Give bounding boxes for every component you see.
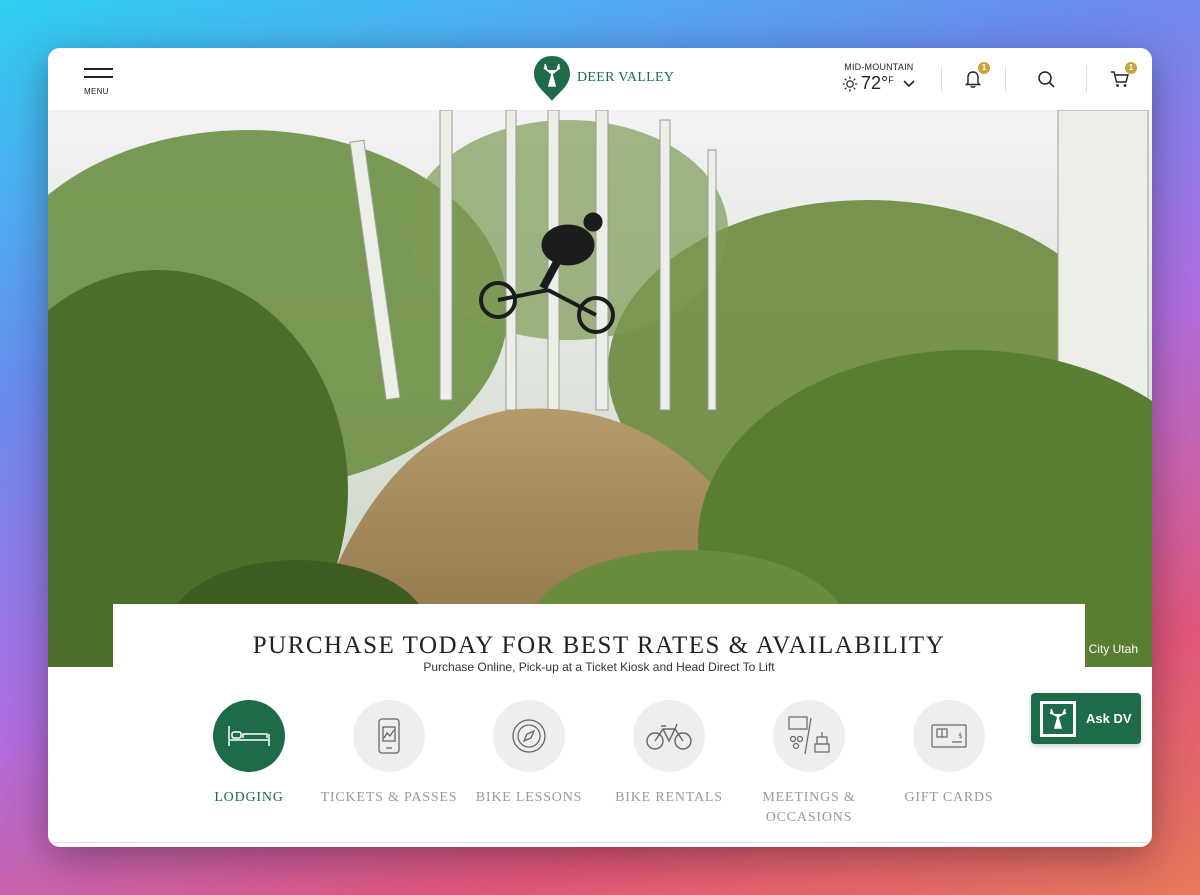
purchase-panel: PURCHASE TODAY FOR BEST RATES & AVAILABI… — [113, 604, 1085, 847]
menu-button[interactable] — [84, 68, 116, 84]
category-label: BIKE RENTALS — [615, 790, 723, 805]
notifications-badge: 1 — [978, 62, 990, 74]
notifications-button[interactable]: 1 — [962, 62, 990, 90]
category-circle — [633, 700, 705, 772]
category-label: MEETINGS & OCCASIONS — [762, 790, 856, 825]
gift-card-icon: $ — [931, 724, 967, 748]
sun-icon — [842, 76, 858, 91]
svg-text:$: $ — [958, 732, 962, 740]
weather-temperature: 72° — [861, 73, 889, 93]
weather-location: MID-MOUNTAIN — [844, 62, 914, 72]
panel-subtitle: Purchase Online, Pick-up at a Ticket Kio… — [423, 660, 775, 674]
logo-text: DEER VALLEY — [577, 70, 675, 85]
page-divider — [48, 842, 1152, 843]
category-label: BIKE LESSONS — [475, 790, 583, 805]
category-bike-rentals[interactable]: BIKE RENTALS — [599, 700, 739, 808]
header-divider — [1005, 66, 1006, 92]
category-label: TICKETS & PASSES — [320, 790, 458, 805]
deer-logo-icon — [1040, 700, 1076, 737]
phone-ticket-icon — [378, 718, 400, 754]
hero-caption: City Utah — [1088, 642, 1138, 656]
chevron-down-icon — [903, 79, 915, 87]
weather-widget[interactable]: MID-MOUNTAIN 72° F — [842, 62, 916, 94]
ask-dv-label: Ask DV — [1086, 711, 1132, 726]
menu-icon-bar — [84, 76, 113, 78]
cart-button[interactable]: 1 — [1109, 62, 1137, 90]
category-circle — [773, 700, 845, 772]
ask-dv-button[interactable]: Ask DV — [1031, 693, 1141, 744]
deer-valley-logo[interactable]: DEER VALLEY — [533, 54, 674, 102]
deer-logo-icon — [534, 56, 570, 101]
menu-label[interactable]: MENU — [84, 87, 109, 96]
cart-badge: 1 — [1125, 62, 1137, 74]
browser-window: MENU DEER VALLEY MID-MOUNTAIN 72° F 1 1 … — [48, 48, 1152, 847]
header-divider — [941, 66, 942, 92]
category-circle: $ — [913, 700, 985, 772]
category-tickets-passes[interactable]: TICKETS & PASSES — [319, 700, 459, 808]
hero-image: City Utah — [48, 110, 1152, 667]
deer-head-icon — [1043, 703, 1073, 734]
category-label: LODGING — [214, 790, 284, 805]
category-circle — [213, 700, 285, 772]
compass-icon — [512, 719, 546, 753]
category-circle — [493, 700, 565, 772]
site-header: MENU DEER VALLEY MID-MOUNTAIN 72° F 1 1 — [48, 48, 1152, 110]
search-button[interactable] — [1035, 68, 1057, 90]
forest-scene — [48, 110, 1152, 667]
category-gift-cards[interactable]: $ GIFT CARDS — [879, 700, 1019, 808]
menu-icon-bar — [84, 68, 113, 70]
category-lodging[interactable]: LODGING — [179, 700, 319, 808]
meeting-cake-icon — [788, 716, 830, 755]
bicycle-icon — [646, 723, 692, 750]
panel-title: PURCHASE TODAY FOR BEST RATES & AVAILABI… — [252, 632, 946, 659]
category-circle — [353, 700, 425, 772]
category-meetings-occasions[interactable]: MEETINGS & OCCASIONS — [739, 700, 879, 828]
weather-unit: F — [888, 75, 894, 85]
header-divider — [1086, 66, 1087, 92]
category-bike-lessons[interactable]: BIKE LESSONS — [459, 700, 599, 808]
search-icon — [1038, 71, 1055, 88]
category-label: GIFT CARDS — [904, 790, 994, 805]
bed-icon — [228, 726, 270, 746]
